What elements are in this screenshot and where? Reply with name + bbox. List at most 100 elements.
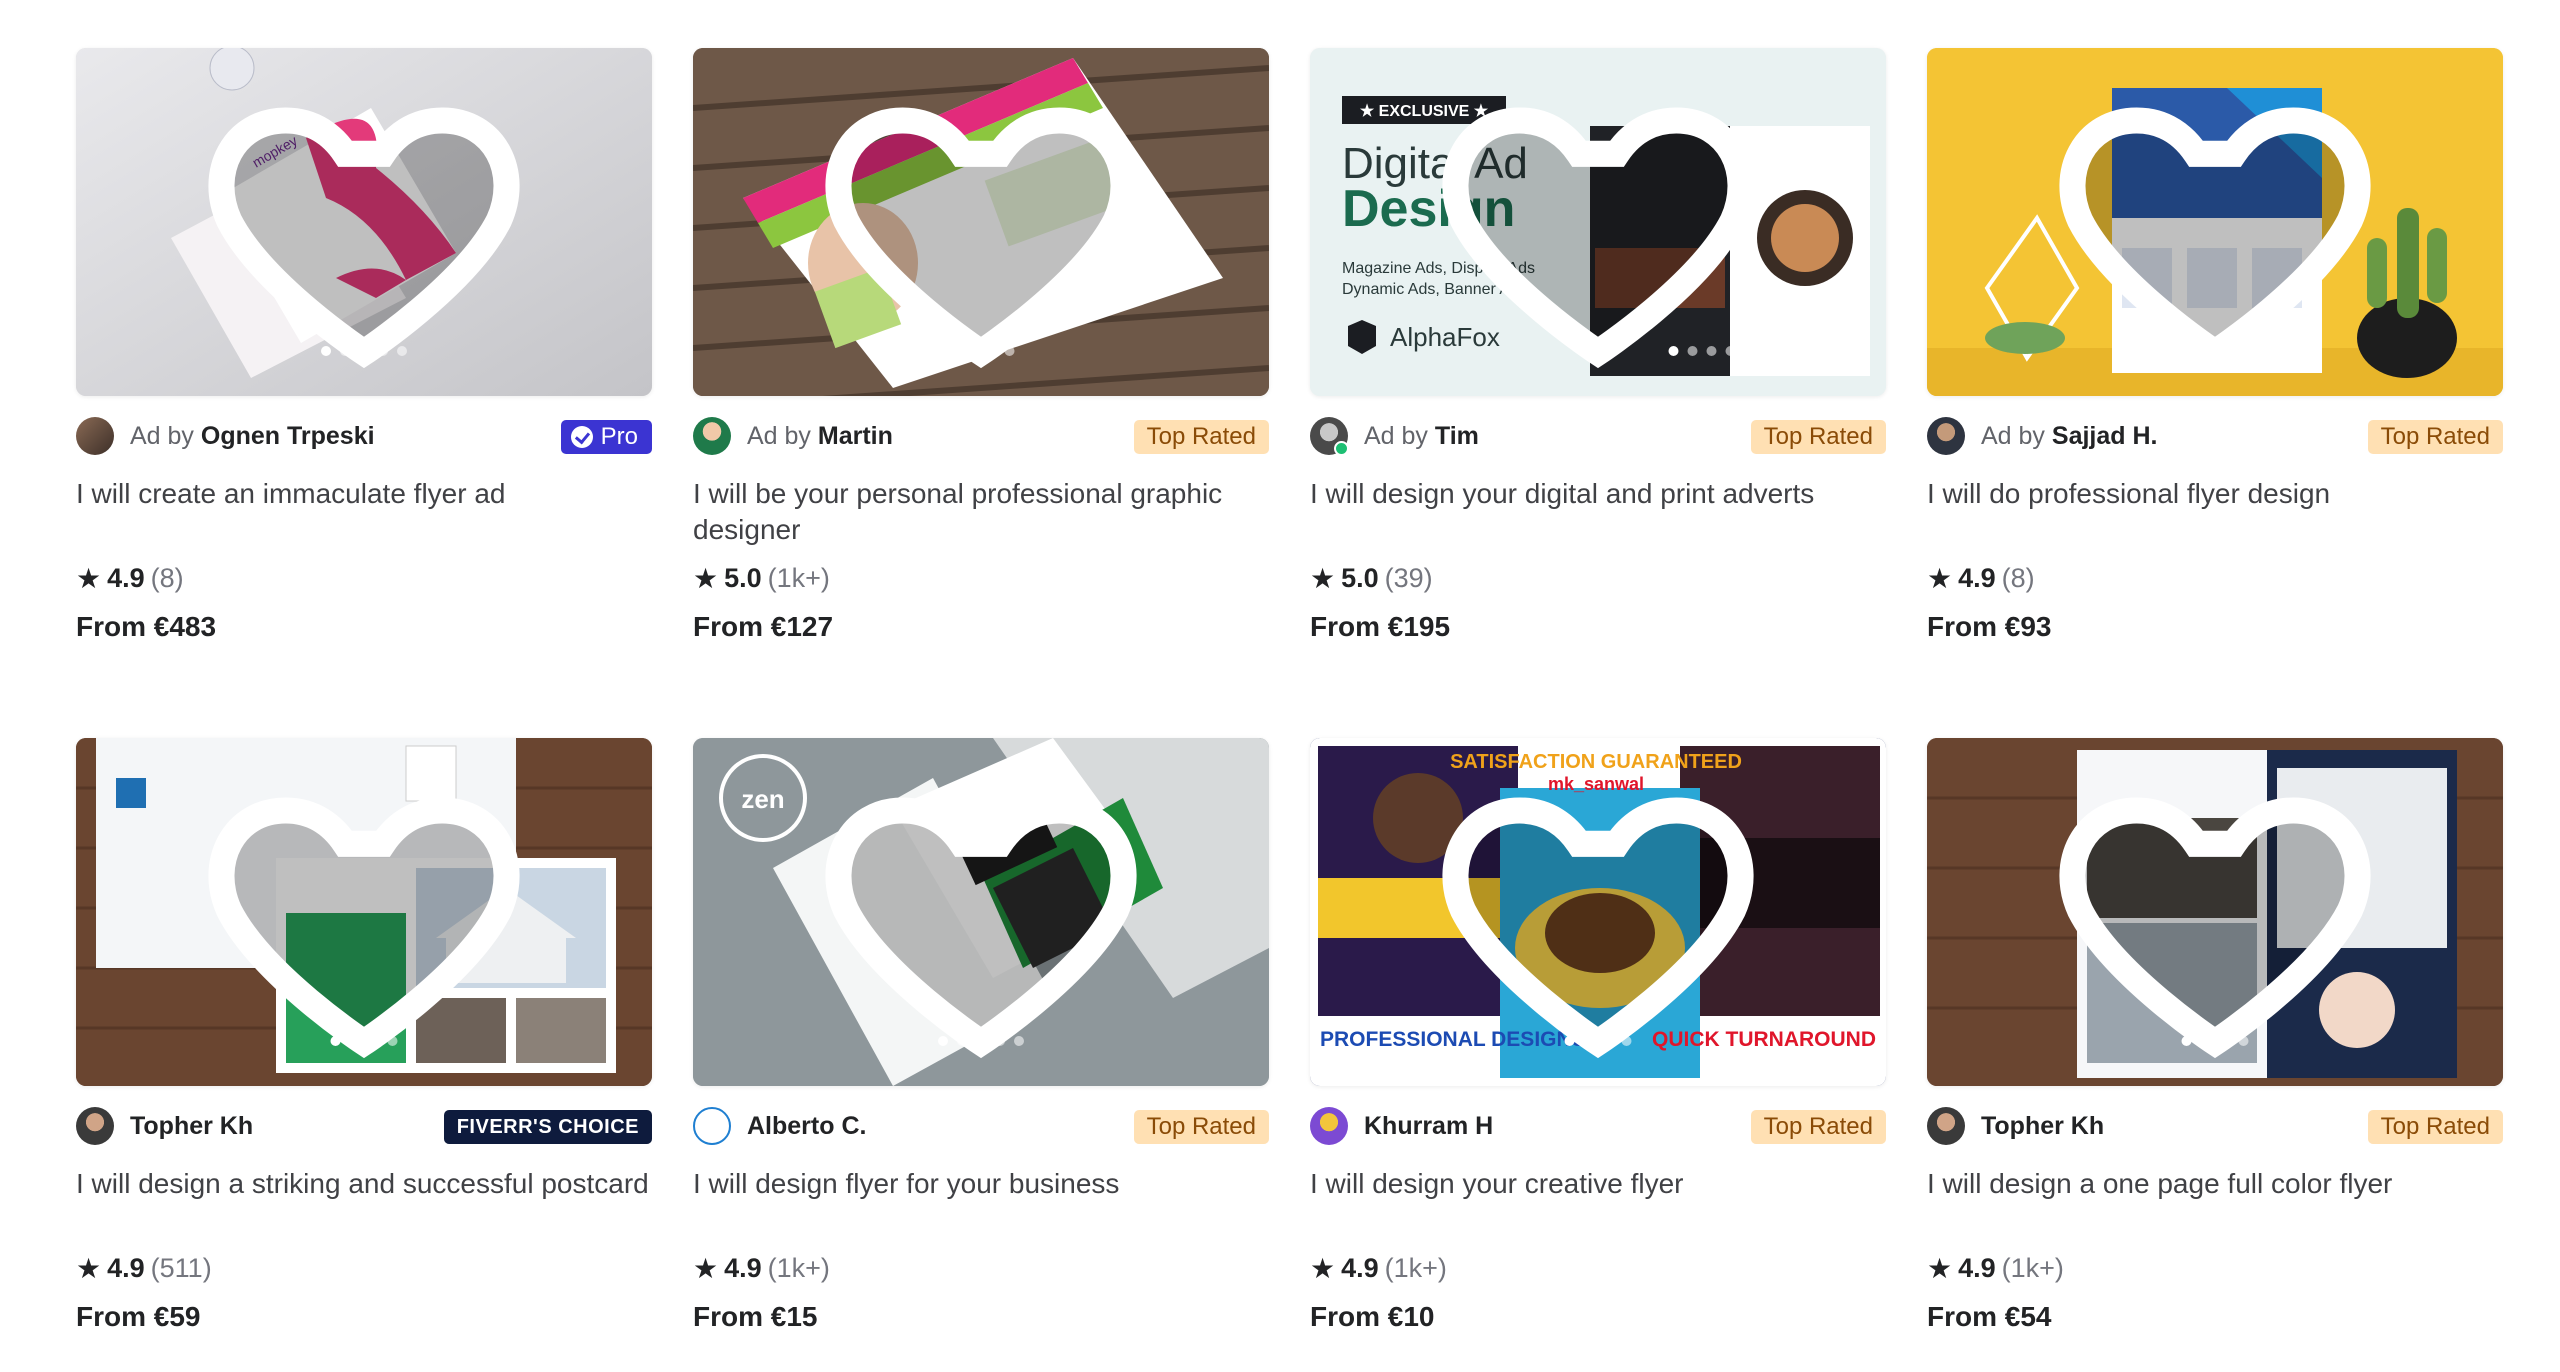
- seller-name[interactable]: Sajjad H.: [2052, 422, 2158, 450]
- avatar[interactable]: [76, 417, 114, 455]
- carousel-dots[interactable]: [1564, 1036, 1632, 1046]
- carousel-dots[interactable]: [330, 1036, 398, 1046]
- gig-card[interactable]: zen Alberto C. Top Rated I will design f…: [693, 738, 1269, 1372]
- gig-thumbnail[interactable]: [76, 738, 652, 1086]
- review-count: (1k+): [1384, 1253, 1447, 1283]
- verified-icon: [570, 426, 593, 448]
- gig-card[interactable]: SATISFACTION GUARANTEED mk_sanwal PROFES…: [1310, 738, 1886, 1372]
- gig-card[interactable]: Topher Kh FIVERR'S CHOICE I will design …: [76, 738, 652, 1372]
- rating-score: 4.9: [1958, 563, 1996, 593]
- avatar[interactable]: [1927, 1107, 1965, 1145]
- gig-price: From €15: [693, 1301, 818, 1332]
- gig-thumbnail[interactable]: ★ EXCLUSIVE ★ Digital Ad Design Magazine…: [1310, 48, 1886, 396]
- top-rated-badge: Top Rated: [1133, 420, 1269, 454]
- seller-info: Topher Kh Top Rated: [1927, 1106, 2503, 1146]
- gig-card[interactable]: Ad by Martin Top Rated I will be your pe…: [693, 48, 1269, 682]
- seller-name[interactable]: Topher Kh: [130, 1112, 253, 1140]
- carousel-dots[interactable]: [1668, 346, 1736, 356]
- rating-score: 4.9: [724, 1253, 762, 1283]
- gig-price: From €483: [76, 611, 217, 642]
- gig-card[interactable]: Ad by Sajjad H. Top Rated I will do prof…: [1927, 48, 2503, 682]
- gig-thumbnail[interactable]: [1927, 48, 2503, 396]
- carousel-dots[interactable]: [321, 346, 407, 356]
- avatar[interactable]: [693, 1107, 731, 1145]
- gig-thumbnail[interactable]: SATISFACTION GUARANTEED mk_sanwal PROFES…: [1310, 738, 1886, 1086]
- seller-name[interactable]: Martin: [818, 422, 893, 450]
- seller-info: Alberto C. Top Rated: [693, 1106, 1269, 1146]
- top-rated-badge: Top Rated: [2367, 420, 2503, 454]
- avatar[interactable]: [693, 417, 731, 455]
- gig-rating: ★ 4.9 (8): [76, 562, 652, 595]
- gig-card[interactable]: Topher Kh Top Rated I will design a one …: [1927, 738, 2503, 1372]
- rating-score: 4.9: [107, 1253, 145, 1283]
- gig-rating: ★ 5.0 (1k+): [693, 562, 1269, 595]
- review-count: (511): [150, 1253, 212, 1283]
- gig-title[interactable]: I will create an immaculate flyer ad: [76, 476, 652, 548]
- carousel-dots[interactable]: [947, 346, 1015, 356]
- rating-score: 5.0: [724, 563, 762, 593]
- avatar[interactable]: [1310, 417, 1349, 456]
- seller-name[interactable]: Tim: [1435, 422, 1479, 450]
- rating-score: 4.9: [1958, 1253, 1996, 1283]
- seller-name[interactable]: Khurram H: [1364, 1112, 1493, 1140]
- review-count: (39): [1384, 563, 1433, 593]
- gig-thumbnail[interactable]: [693, 48, 1269, 396]
- carousel-dots[interactable]: [2181, 1036, 2249, 1046]
- seller-name[interactable]: Ognen Trpeski: [201, 422, 375, 450]
- heart-icon[interactable]: [1927, 738, 2503, 1086]
- heart-icon[interactable]: [76, 48, 652, 396]
- pro-badge: Pro: [560, 420, 652, 454]
- gig-price: From €10: [1310, 1301, 1435, 1332]
- ad-by-label: Ad by: [747, 421, 811, 450]
- top-rated-badge: Top Rated: [1750, 420, 1886, 454]
- gig-rating: ★ 4.9 (511): [76, 1252, 652, 1285]
- top-rated-badge: Top Rated: [1133, 1110, 1269, 1144]
- heart-icon[interactable]: [1310, 738, 1886, 1086]
- review-count: (1k+): [2001, 1253, 2064, 1283]
- gig-title[interactable]: I will design a one page full color flye…: [1927, 1166, 2503, 1238]
- review-count: (1k+): [767, 1253, 830, 1283]
- heart-icon[interactable]: [1927, 48, 2503, 396]
- carousel-dots[interactable]: [2172, 346, 2258, 356]
- gig-title[interactable]: I will be your personal professional gra…: [693, 476, 1269, 548]
- gig-title[interactable]: I will design your digital and print adv…: [1310, 476, 1886, 548]
- star-icon: ★: [1927, 1253, 1953, 1284]
- top-rated-badge: Top Rated: [2367, 1110, 2503, 1144]
- star-icon: ★: [1927, 563, 1953, 594]
- rating-score: 4.9: [1341, 1253, 1379, 1283]
- star-icon: ★: [76, 1253, 102, 1284]
- gig-rating: ★ 4.9 (1k+): [693, 1252, 1269, 1285]
- star-icon: ★: [1310, 1253, 1336, 1284]
- avatar[interactable]: [1927, 417, 1965, 455]
- online-status-icon: [1334, 441, 1349, 456]
- gig-thumbnail[interactable]: [1927, 738, 2503, 1086]
- ad-by-label: Ad by: [130, 421, 194, 450]
- seller-name[interactable]: Alberto C.: [747, 1112, 866, 1140]
- gig-title[interactable]: I will design your creative flyer: [1310, 1166, 1886, 1238]
- star-icon: ★: [693, 1253, 719, 1284]
- heart-icon[interactable]: [76, 738, 652, 1086]
- star-icon: ★: [693, 563, 719, 594]
- gig-title[interactable]: I will design a striking and successful …: [76, 1166, 652, 1238]
- gig-title[interactable]: I will do professional flyer design: [1927, 476, 2503, 548]
- gig-rating: ★ 5.0 (39): [1310, 562, 1886, 595]
- gig-card[interactable]: mopkey Ad by Ognen Trpeski Pro I will cr…: [76, 48, 652, 682]
- avatar[interactable]: [76, 1107, 114, 1145]
- rating-score: 5.0: [1341, 563, 1379, 593]
- rating-score: 4.9: [107, 563, 145, 593]
- seller-info: Topher Kh FIVERR'S CHOICE: [76, 1106, 652, 1146]
- fiverrs-choice-badge: FIVERR'S CHOICE: [443, 1110, 652, 1144]
- avatar[interactable]: [1310, 1107, 1348, 1145]
- gig-thumbnail[interactable]: mopkey: [76, 48, 652, 396]
- gig-card[interactable]: ★ EXCLUSIVE ★ Digital Ad Design Magazine…: [1310, 48, 1886, 682]
- gig-price: From €195: [1310, 611, 1451, 642]
- carousel-dots[interactable]: [938, 1036, 1024, 1046]
- gig-title[interactable]: I will design flyer for your business: [693, 1166, 1269, 1238]
- gig-price: From €54: [1927, 1301, 2052, 1332]
- seller-name[interactable]: Topher Kh: [1981, 1112, 2104, 1140]
- heart-icon[interactable]: [693, 48, 1269, 396]
- gig-thumbnail[interactable]: zen: [693, 738, 1269, 1086]
- gig-rating: ★ 4.9 (1k+): [1310, 1252, 1886, 1285]
- heart-icon[interactable]: [693, 738, 1269, 1086]
- heart-icon[interactable]: [1310, 48, 1886, 396]
